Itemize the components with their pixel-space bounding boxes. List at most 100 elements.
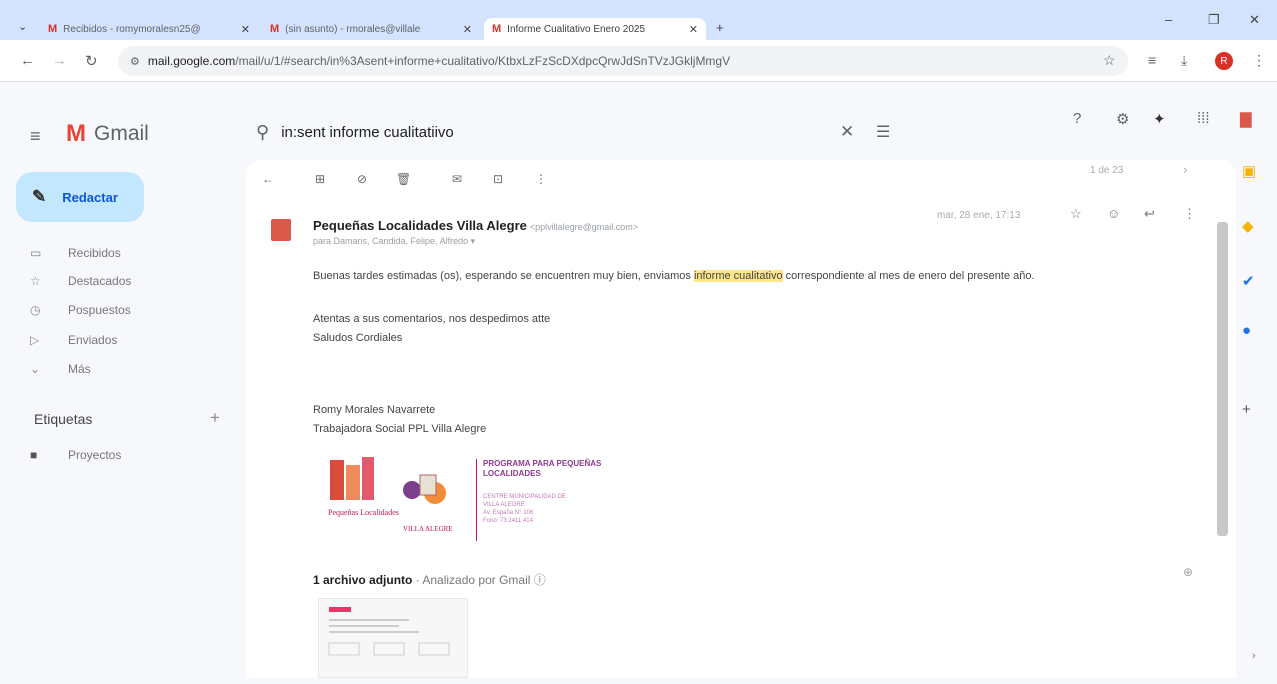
recipients[interactable]: para Damaris, Candida, Felipe, Alfredo ▾ [313,236,475,247]
sidebar-item-recibidos[interactable]: ▭ Recibidos [30,243,121,263]
sidebar-item-label: Enviados [68,333,118,347]
tab-search-icon[interactable]: ⌄ [18,20,27,33]
body-paragraph-3: Saludos Cordiales [313,332,403,344]
search-bar[interactable]: ⚲ in:sent informe cualitatiivo ✕ ☰ [246,112,906,152]
signature-line: Av. España N° 106 [483,510,534,516]
star-message-icon[interactable]: ☆ [1070,206,1082,222]
attachments-scan-note: · Analizado por Gmail [412,573,531,587]
tab-recibidos[interactable]: M Recibidos - romymoralesn25@ ✕ [40,18,258,40]
signature-logo-text: Pequeñas Localidades [328,508,399,517]
body-text-post: correspondiente al mes de enero del pres… [782,270,1035,282]
sidebar-item-destacados[interactable]: ☆ Destacados [30,271,131,291]
settings-gear-icon[interactable]: ⚙ [1116,110,1129,128]
body-paragraph-1: Buenas tardes estimadas (os), esperando … [313,270,1035,282]
body-paragraph-2: Atentas a sus comentarios, nos despedimo… [313,313,551,325]
add-to-drive-icon[interactable]: ⊕ [1183,565,1193,579]
search-options-icon[interactable]: ☰ [876,122,890,142]
close-window-icon[interactable]: ✕ [1249,12,1260,28]
keep-icon[interactable]: ◆ [1242,217,1254,235]
account-logo-icon[interactable]: ▇ [1240,110,1252,128]
reload-icon[interactable]: ↻ [85,52,98,70]
url-field[interactable]: ⚙ mail.google.com/mail/u/1/#search/in%3A… [118,46,1128,76]
signature-logo-image: Pequeñas Localidades VILLA ALEGRE [328,457,453,533]
report-spam-icon[interactable]: ⊘ [357,172,367,186]
sidebar-item-pospuestos[interactable]: ◷ Pospuestos [30,300,131,320]
close-tab-icon[interactable]: ✕ [463,23,472,36]
site-info-icon[interactable]: ⚙ [130,55,140,68]
tab-label: Recibidos - romymoralesn25@ [63,23,201,35]
attachment-thumbnail[interactable] [318,598,468,678]
search-input[interactable]: in:sent informe cualitatiivo [281,124,454,141]
signature-program-block: PROGRAMA PARA PEQUEÑAS LOCALIDADES CENTR… [476,459,633,541]
more-actions-icon[interactable]: ⋮ [535,172,547,186]
chevron-down-icon: ⌄ [30,362,41,376]
back-icon[interactable]: ← [20,52,35,69]
attachment-preview-icon [328,607,450,656]
forward-icon[interactable]: → [52,52,67,69]
inbox-icon: ▭ [30,246,42,260]
gmail-favicon-icon: M [48,23,58,35]
profile-avatar[interactable]: R [1215,52,1233,70]
recipients-text: para Damaris, Candida, Felipe, Alfredo [313,236,469,246]
calendar-icon[interactable]: ▣ [1242,162,1256,180]
tab-label: Informe Cualitativo Enero 2025 [507,23,646,35]
signature-program: PROGRAMA PARA PEQUEÑAS LOCALIDADES [483,459,602,478]
close-tab-icon[interactable]: ✕ [241,23,250,36]
emoji-react-icon[interactable]: ☺ [1107,206,1120,221]
apps-grid-icon[interactable]: ⁞⁞⁞ [1197,110,1210,127]
new-tab-button[interactable]: + [716,20,724,35]
close-tab-icon[interactable]: ✕ [689,23,698,36]
bookmark-star-icon[interactable]: ☆ [1103,52,1116,69]
browser-menu-icon[interactable]: ⋮ [1252,52,1266,69]
delete-icon[interactable]: 🗑 [396,172,411,186]
gemini-sparkle-icon[interactable]: ✦ [1153,110,1166,128]
sidebar-item-mas[interactable]: ⌄ Más [30,359,91,379]
clock-icon: ◷ [30,303,41,317]
gmail-logo[interactable]: M Gmail [66,120,149,148]
clear-search-icon[interactable]: ✕ [840,122,854,142]
sender-name[interactable]: Pequeñas Localidades Villa Alegre [313,218,527,233]
contacts-icon[interactable]: ● [1242,322,1251,339]
signature-logo-place: VILLA ALEGRE [403,525,453,533]
archive-icon[interactable]: ⊞ [315,172,325,186]
tab-sin-asunto[interactable]: M (sin asunto) - rmorales@villale ✕ [262,18,480,40]
get-addons-icon[interactable]: + [1242,401,1251,418]
gmail-favicon-icon: M [270,23,280,35]
message-more-icon[interactable]: ⋮ [1183,206,1196,222]
gmail-m-icon: M [66,120,86,147]
gmail-favicon-icon: M [492,23,502,35]
tasks-icon[interactable]: ✔ [1242,272,1255,290]
compose-label: Redactar [62,189,118,205]
main-menu-icon[interactable]: ≡ [30,126,41,147]
compose-button[interactable]: ✎ Redactar [16,172,144,222]
reply-icon[interactable]: ↩ [1144,206,1155,222]
sidebar-item-label: Más [68,362,91,376]
sidebar-label-proyectos[interactable]: ■ Proyectos [30,445,121,465]
minimize-icon[interactable]: – [1165,12,1172,27]
help-icon[interactable]: ? [1073,110,1081,127]
sidebar-item-label: Recibidos [68,246,121,260]
add-label-icon[interactable]: + [210,408,220,428]
media-icon[interactable]: ≡ [1148,52,1156,68]
send-icon: ▷ [30,333,40,347]
tab-informe[interactable]: M Informe Cualitativo Enero 2025 ✕ [484,18,706,40]
signature-name: Romy Morales Navarrete [313,404,436,416]
restore-icon[interactable]: ❐ [1208,12,1220,28]
sidebar-item-label: Destacados [68,274,132,288]
back-to-list-icon[interactable]: ← [262,172,274,186]
sidebar-item-enviados[interactable]: ▷ Enviados [30,330,117,350]
sidebar-item-label: Pospuestos [68,303,131,317]
attachments-header: 1 archivo adjunto · Analizado por Gmail … [313,571,546,588]
info-icon[interactable]: ⓘ [534,573,546,587]
download-icon[interactable]: ⤓ [1181,52,1187,69]
search-icon[interactable]: ⚲ [256,122,269,143]
tab-label: (sin asunto) - rmorales@villale [285,23,421,35]
signature-line: VILLA ALEGRE [483,502,525,508]
sender-avatar [271,219,291,241]
expand-panel-icon[interactable]: › [1252,650,1256,662]
move-to-icon[interactable]: ⊡ [493,172,503,186]
next-page-icon[interactable]: › [1183,162,1187,177]
url-host: mail.google.com [147,54,236,68]
mark-unread-icon[interactable]: ✉ [452,172,462,186]
scrollbar[interactable] [1217,222,1228,536]
